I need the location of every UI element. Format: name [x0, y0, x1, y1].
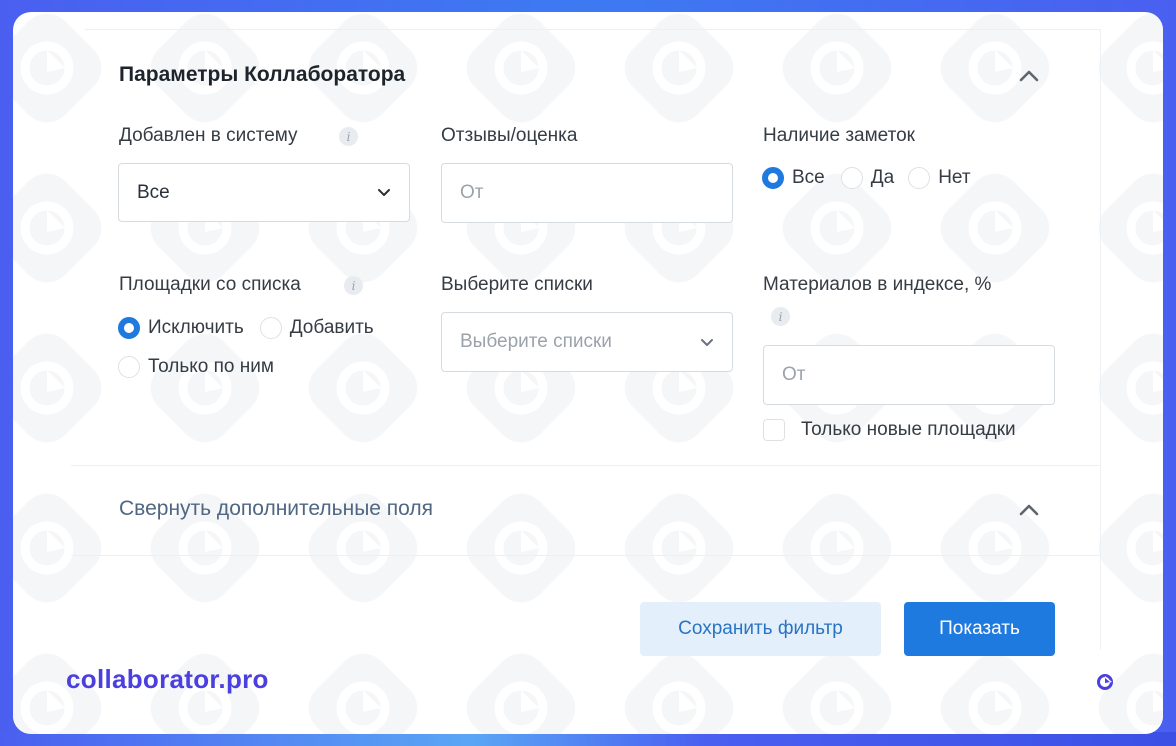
info-icon[interactable]: i: [344, 276, 363, 295]
lower-divider: [71, 555, 1101, 556]
collaborator-logo-icon: [1097, 674, 1113, 690]
middle-divider: [71, 465, 1101, 466]
notes-radio-group: Все Да Нет: [762, 167, 987, 189]
chevron-down-icon: [701, 338, 713, 346]
brand-logo-text: collaborator.pro: [66, 664, 269, 694]
chevron-down-icon: [378, 189, 390, 196]
radio-indicator: [908, 167, 931, 189]
only-new-sites-label: Только новые площадки: [801, 419, 1016, 440]
collapse-extra-fields-link[interactable]: Свернуть дополнительные поля: [119, 497, 433, 521]
reviews-label: Отзывы/оценка: [441, 125, 578, 146]
notes-radio-no[interactable]: Нет: [908, 167, 971, 189]
chevron-up-icon: [1019, 70, 1039, 82]
notes-label: Наличие заметок: [763, 125, 915, 146]
radio-label: Все: [792, 167, 825, 188]
section-title: Параметры Коллаборатора: [119, 63, 406, 86]
sites-from-list-label: Площадки со списка: [119, 274, 301, 295]
radio-label: Исключить: [148, 317, 244, 338]
index-materials-input[interactable]: От: [763, 345, 1055, 405]
sites-radio-group: Исключить Добавить: [118, 317, 390, 339]
reviews-placeholder: От: [460, 182, 484, 203]
background-bottom-stripe: [0, 732, 1176, 746]
radio-indicator: [118, 317, 140, 339]
radio-label: Только по ним: [148, 356, 274, 377]
choose-lists-placeholder: Выберите списки: [460, 331, 612, 352]
collapse-extra-fields-button[interactable]: [1015, 496, 1043, 524]
sites-radio-add[interactable]: Добавить: [259, 317, 374, 339]
checkbox-box: [763, 419, 785, 441]
filter-card: Параметры Коллаборатора Добавлен в систе…: [13, 12, 1163, 734]
choose-lists-select[interactable]: Выберите списки: [441, 312, 733, 372]
only-new-sites-checkbox[interactable]: Только новые площадки: [763, 419, 1016, 441]
info-icon[interactable]: i: [771, 307, 790, 326]
sites-radio-exclude[interactable]: Исключить: [118, 317, 244, 339]
chevron-up-icon: [1019, 504, 1039, 516]
radio-label: Добавить: [289, 317, 374, 338]
right-border-line: [1100, 30, 1101, 650]
radio-indicator: [762, 167, 784, 189]
index-materials-placeholder: От: [782, 364, 806, 385]
section-collapse-button[interactable]: [1015, 62, 1043, 90]
added-to-system-value: Все: [137, 181, 170, 203]
radio-label: Нет: [938, 167, 971, 188]
index-materials-label: Материалов в индексе, %: [763, 274, 992, 295]
notes-radio-all[interactable]: Все: [762, 167, 825, 189]
radio-indicator: [840, 167, 863, 189]
radio-indicator: [118, 356, 140, 378]
choose-lists-label: Выберите списки: [441, 274, 593, 295]
sites-radio-group-row2: Только по ним: [118, 356, 290, 378]
reviews-input[interactable]: От: [441, 163, 733, 223]
added-to-system-select[interactable]: Все: [118, 163, 410, 222]
radio-indicator: [259, 317, 282, 339]
radio-label: Да: [870, 167, 895, 188]
notes-radio-yes[interactable]: Да: [840, 167, 895, 189]
save-filter-button[interactable]: Сохранить фильтр: [640, 602, 881, 656]
show-button[interactable]: Показать: [904, 602, 1055, 656]
top-divider: [85, 29, 1101, 30]
sites-radio-only[interactable]: Только по ним: [118, 356, 274, 378]
info-icon[interactable]: i: [339, 127, 358, 146]
added-to-system-label: Добавлен в систему: [119, 125, 298, 146]
